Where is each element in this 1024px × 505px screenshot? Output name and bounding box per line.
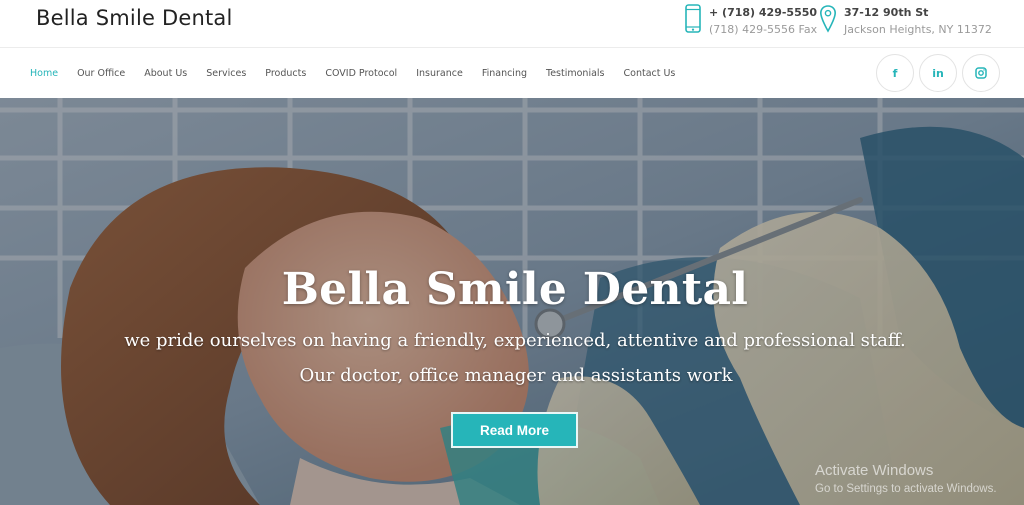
social-links: f in: [871, 54, 1000, 92]
phone-contact: + (718) 429-5550 (718) 429-5556 Fax: [684, 4, 817, 38]
city-address: Jackson Heights, NY 11372: [844, 23, 992, 36]
hero-subtitle-line-1: we pride ourselves on having a friendly,…: [124, 330, 906, 351]
map-pin-icon: [819, 5, 837, 33]
watermark-title: Activate Windows: [815, 462, 934, 479]
site-header: Bella Smile Dental + (718) 429-5550 (718…: [0, 0, 1024, 48]
main-navbar: Home Our Office About Us Services Produc…: [0, 48, 1024, 98]
nav-home[interactable]: Home: [30, 68, 58, 79]
facebook-button[interactable]: f: [876, 54, 914, 92]
windows-activation-watermark: Activate Windows Go to Settings to activ…: [815, 461, 997, 498]
nav-insurance[interactable]: Insurance: [416, 68, 463, 79]
hero-banner: Bella Smile Dental we pride ourselves on…: [0, 98, 1024, 505]
nav-services[interactable]: Services: [206, 68, 246, 79]
nav-covid-protocol[interactable]: COVID Protocol: [325, 68, 397, 79]
watermark-subtitle: Go to Settings to activate Windows.: [815, 483, 997, 495]
read-more-button[interactable]: Read More: [451, 412, 578, 448]
instagram-icon: [975, 67, 987, 79]
street-address: 37-12 90th St: [844, 6, 929, 19]
fax-number: (718) 429-5556 Fax: [709, 23, 818, 36]
facebook-icon: f: [892, 66, 898, 80]
site-logo[interactable]: Bella Smile Dental: [36, 6, 233, 30]
hero-subtitle-line-2: Our doctor, office manager and assistant…: [299, 365, 733, 386]
mobile-phone-icon: [685, 4, 701, 33]
linkedin-button[interactable]: in: [919, 54, 957, 92]
nav-testimonials[interactable]: Testimonials: [546, 68, 604, 79]
linkedin-icon: in: [932, 66, 944, 80]
phone-number[interactable]: + (718) 429-5550: [709, 4, 817, 21]
nav-products[interactable]: Products: [265, 68, 306, 79]
nav-our-office[interactable]: Our Office: [77, 68, 125, 79]
nav-about-us[interactable]: About Us: [144, 68, 187, 79]
nav-financing[interactable]: Financing: [482, 68, 527, 79]
hero-title: Bella Smile Dental: [281, 264, 749, 315]
instagram-button[interactable]: [962, 54, 1000, 92]
main-nav: Home Our Office About Us Services Produc…: [30, 48, 694, 98]
address-contact: 37-12 90th St Jackson Heights, NY 11372: [819, 4, 992, 38]
nav-contact-us[interactable]: Contact Us: [624, 68, 676, 79]
